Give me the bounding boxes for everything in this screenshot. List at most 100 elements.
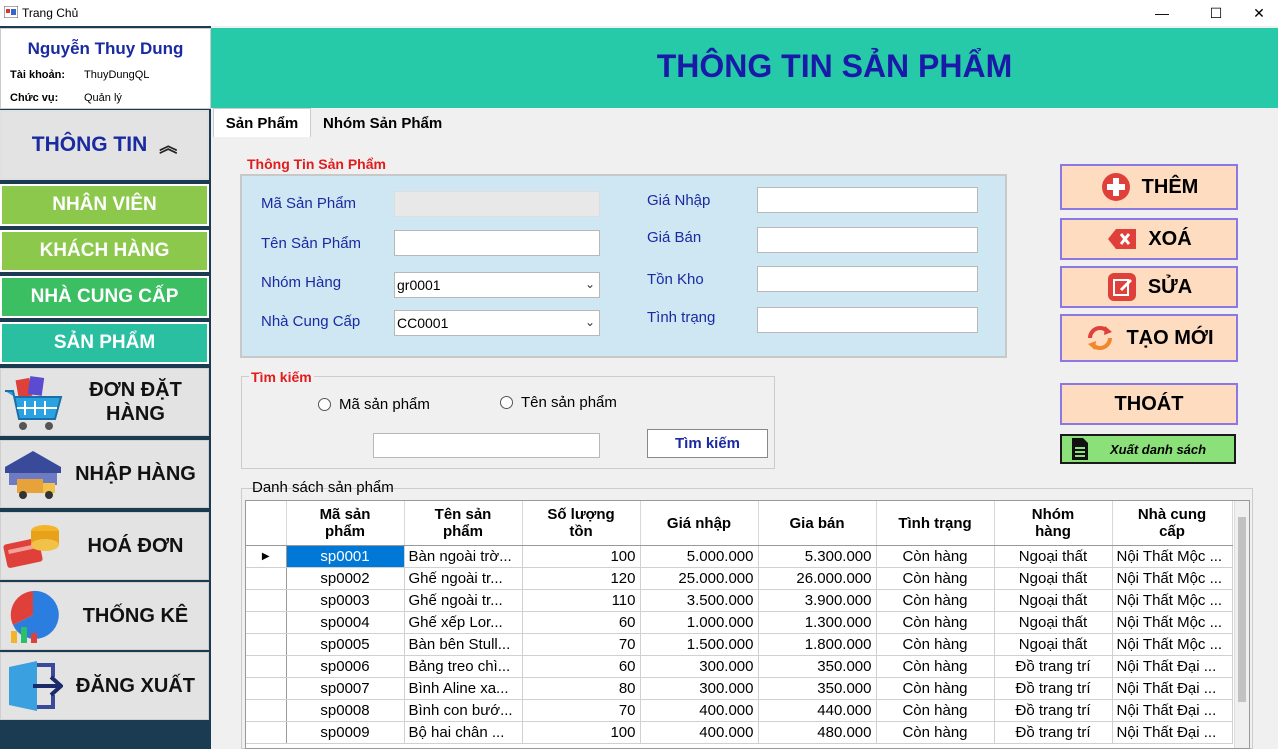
radio-search-ten[interactable]: Tên sản phẩm bbox=[500, 394, 617, 411]
column-header[interactable]: Số lượng tồn bbox=[522, 501, 641, 546]
column-header[interactable]: Mã sản phẩm bbox=[286, 501, 405, 546]
table-cell[interactable]: Đồ trang trí bbox=[994, 721, 1113, 744]
table-cell[interactable]: Nội Thất Đại ... bbox=[1112, 655, 1233, 678]
table-cell[interactable]: sp0001 bbox=[286, 545, 405, 568]
thoat-button[interactable]: THOÁT bbox=[1060, 383, 1238, 425]
table-cell[interactable]: Nội Thất Đại ... bbox=[1112, 699, 1233, 722]
nha-cung-cap-select[interactable]: CC0001 ⌄ bbox=[394, 310, 600, 336]
table-cell[interactable]: Ngoại thất bbox=[994, 589, 1113, 612]
table-cell[interactable]: 440.000 bbox=[758, 699, 877, 722]
table-cell[interactable]: Nội Thất Mộc ... bbox=[1112, 545, 1233, 568]
gia-ban-input[interactable] bbox=[757, 227, 978, 253]
sidebar-item-thongtin[interactable]: THÔNG TIN ︽ bbox=[0, 110, 209, 180]
table-cell[interactable]: 1.300.000 bbox=[758, 611, 877, 634]
table-cell[interactable]: 1.000.000 bbox=[640, 611, 759, 634]
table-cell[interactable]: 5.000.000 bbox=[640, 545, 759, 568]
table-cell[interactable]: Nội Thất Mộc ... bbox=[1112, 633, 1233, 656]
tao-moi-button[interactable]: TẠO MỚI bbox=[1060, 314, 1238, 362]
table-cell[interactable]: Ngoại thất bbox=[994, 545, 1113, 568]
table-cell[interactable]: Bình con bướ... bbox=[404, 699, 523, 722]
table-cell[interactable]: 400.000 bbox=[640, 721, 759, 744]
table-cell[interactable]: 3.500.000 bbox=[640, 589, 759, 612]
table-row[interactable]: sp0007 Bình Aline xa... 80 300.000 350.000 Cò… bbox=[246, 677, 1233, 700]
table-cell[interactable]: 100 bbox=[522, 721, 641, 744]
sidebar-item-dangxuat[interactable]: ĐĂNG XUẤT bbox=[0, 652, 209, 720]
table-cell[interactable]: Ngoại thất bbox=[994, 611, 1113, 634]
tab-sanpham[interactable]: Sản Phẩm bbox=[213, 108, 311, 137]
maximize-button[interactable]: ☐ bbox=[1193, 0, 1239, 26]
table-cell[interactable]: 60 bbox=[522, 611, 641, 634]
table-cell[interactable]: Còn hàng bbox=[876, 677, 995, 700]
column-header[interactable]: Tình trạng bbox=[876, 501, 995, 546]
table-row[interactable]: sp0006 Bảng treo chì... 60 300.000 350.000 Cò… bbox=[246, 655, 1233, 678]
vertical-scrollbar[interactable] bbox=[1234, 501, 1249, 748]
table-cell[interactable]: Bàn ngoài trờ... bbox=[404, 545, 523, 568]
table-cell[interactable]: 480.000 bbox=[758, 721, 877, 744]
table-cell[interactable]: 60 bbox=[522, 655, 641, 678]
close-button[interactable]: ✕ bbox=[1236, 0, 1278, 26]
sidebar-item-sanpham[interactable]: SẢN PHẨM bbox=[0, 322, 209, 364]
table-cell[interactable]: sp0005 bbox=[286, 633, 405, 656]
table-cell[interactable]: Còn hàng bbox=[876, 589, 995, 612]
table-row[interactable]: sp0008 Bình con bướ... 70 400.000 440.000 Còn… bbox=[246, 699, 1233, 722]
row-header[interactable] bbox=[246, 699, 287, 722]
export-button[interactable]: Xuất danh sách bbox=[1060, 434, 1236, 464]
column-header[interactable]: Nhà cung cấp bbox=[1112, 501, 1233, 546]
table-cell[interactable]: Ghế ngoài tr... bbox=[404, 589, 523, 612]
table-row[interactable]: sp0002 Ghế ngoài tr... 120 25.000.000 26.000… bbox=[246, 567, 1233, 590]
table-cell[interactable]: Ngoại thất bbox=[994, 567, 1113, 590]
row-header[interactable] bbox=[246, 611, 287, 634]
table-cell[interactable]: Đồ trang trí bbox=[994, 655, 1113, 678]
sidebar-item-nhanvien[interactable]: NHÂN VIÊN bbox=[0, 184, 209, 226]
table-row[interactable]: ▶ sp0001 Bàn ngoài trờ... 100 5.000.000 5.300… bbox=[246, 545, 1233, 568]
table-cell[interactable]: 100 bbox=[522, 545, 641, 568]
sua-button[interactable]: SỬA bbox=[1060, 266, 1238, 308]
table-cell[interactable]: Đồ trang trí bbox=[994, 699, 1113, 722]
table-cell[interactable]: 400.000 bbox=[640, 699, 759, 722]
table-cell[interactable]: Bàn bên Stull... bbox=[404, 633, 523, 656]
table-cell[interactable]: Còn hàng bbox=[876, 567, 995, 590]
table-cell[interactable]: sp0008 bbox=[286, 699, 405, 722]
table-cell[interactable]: 350.000 bbox=[758, 677, 877, 700]
row-header[interactable] bbox=[246, 721, 287, 744]
table-cell[interactable]: sp0006 bbox=[286, 655, 405, 678]
table-cell[interactable]: Nội Thất Mộc ... bbox=[1112, 611, 1233, 634]
row-header[interactable] bbox=[246, 677, 287, 700]
table-row[interactable]: sp0005 Bàn bên Stull... 70 1.500.000 1.800.0… bbox=[246, 633, 1233, 656]
sidebar-item-hoadon[interactable]: HOÁ ĐƠN bbox=[0, 512, 209, 580]
table-row[interactable]: sp0003 Ghế ngoài tr... 110 3.500.000 3.900.0… bbox=[246, 589, 1233, 612]
table-cell[interactable]: Còn hàng bbox=[876, 545, 995, 568]
search-button[interactable]: Tìm kiếm bbox=[647, 429, 768, 458]
table-cell[interactable]: Nội Thất Mộc ... bbox=[1112, 589, 1233, 612]
table-cell[interactable]: 1.500.000 bbox=[640, 633, 759, 656]
table-cell[interactable]: 350.000 bbox=[758, 655, 877, 678]
table-cell[interactable]: 70 bbox=[522, 633, 641, 656]
table-cell[interactable]: 5.300.000 bbox=[758, 545, 877, 568]
table-cell[interactable]: sp0004 bbox=[286, 611, 405, 634]
row-header[interactable] bbox=[246, 567, 287, 590]
xoa-button[interactable]: XOÁ bbox=[1060, 218, 1238, 260]
column-header[interactable]: Gia bán bbox=[758, 501, 877, 546]
table-cell[interactable]: Còn hàng bbox=[876, 721, 995, 744]
table-cell[interactable]: 26.000.000 bbox=[758, 567, 877, 590]
minimize-button[interactable]: — bbox=[1139, 0, 1185, 26]
table-cell[interactable]: Bình Aline xa... bbox=[404, 677, 523, 700]
column-header[interactable]: Tên sản phẩm bbox=[404, 501, 523, 546]
table-cell[interactable]: Ngoại thất bbox=[994, 633, 1113, 656]
table-row[interactable]: sp0004 Ghế xếp Lor... 60 1.000.000 1.300.000… bbox=[246, 611, 1233, 634]
table-cell[interactable]: Còn hàng bbox=[876, 699, 995, 722]
table-cell[interactable]: Nội Thất Đại ... bbox=[1112, 721, 1233, 744]
sidebar-item-thongke[interactable]: THỐNG KÊ bbox=[0, 582, 209, 650]
table-cell[interactable]: 25.000.000 bbox=[640, 567, 759, 590]
current-row-arrow-icon[interactable]: ▶ bbox=[246, 545, 287, 568]
sidebar-item-nhaphang[interactable]: NHẬP HÀNG bbox=[0, 440, 209, 508]
product-grid[interactable]: Mã sản phẩm Tên sản phẩm Số lượng tồn Giá n… bbox=[245, 500, 1250, 749]
table-cell[interactable]: Đồ trang trí bbox=[994, 677, 1113, 700]
table-cell[interactable]: Ghế ngoài tr... bbox=[404, 567, 523, 590]
table-cell[interactable]: 70 bbox=[522, 699, 641, 722]
table-cell[interactable]: 300.000 bbox=[640, 677, 759, 700]
ma-san-pham-input[interactable] bbox=[394, 191, 600, 217]
table-cell[interactable]: 300.000 bbox=[640, 655, 759, 678]
tab-nhomsanpham[interactable]: Nhóm Sản Phẩm bbox=[323, 110, 473, 136]
sidebar-item-khachhang[interactable]: KHÁCH HÀNG bbox=[0, 230, 209, 272]
